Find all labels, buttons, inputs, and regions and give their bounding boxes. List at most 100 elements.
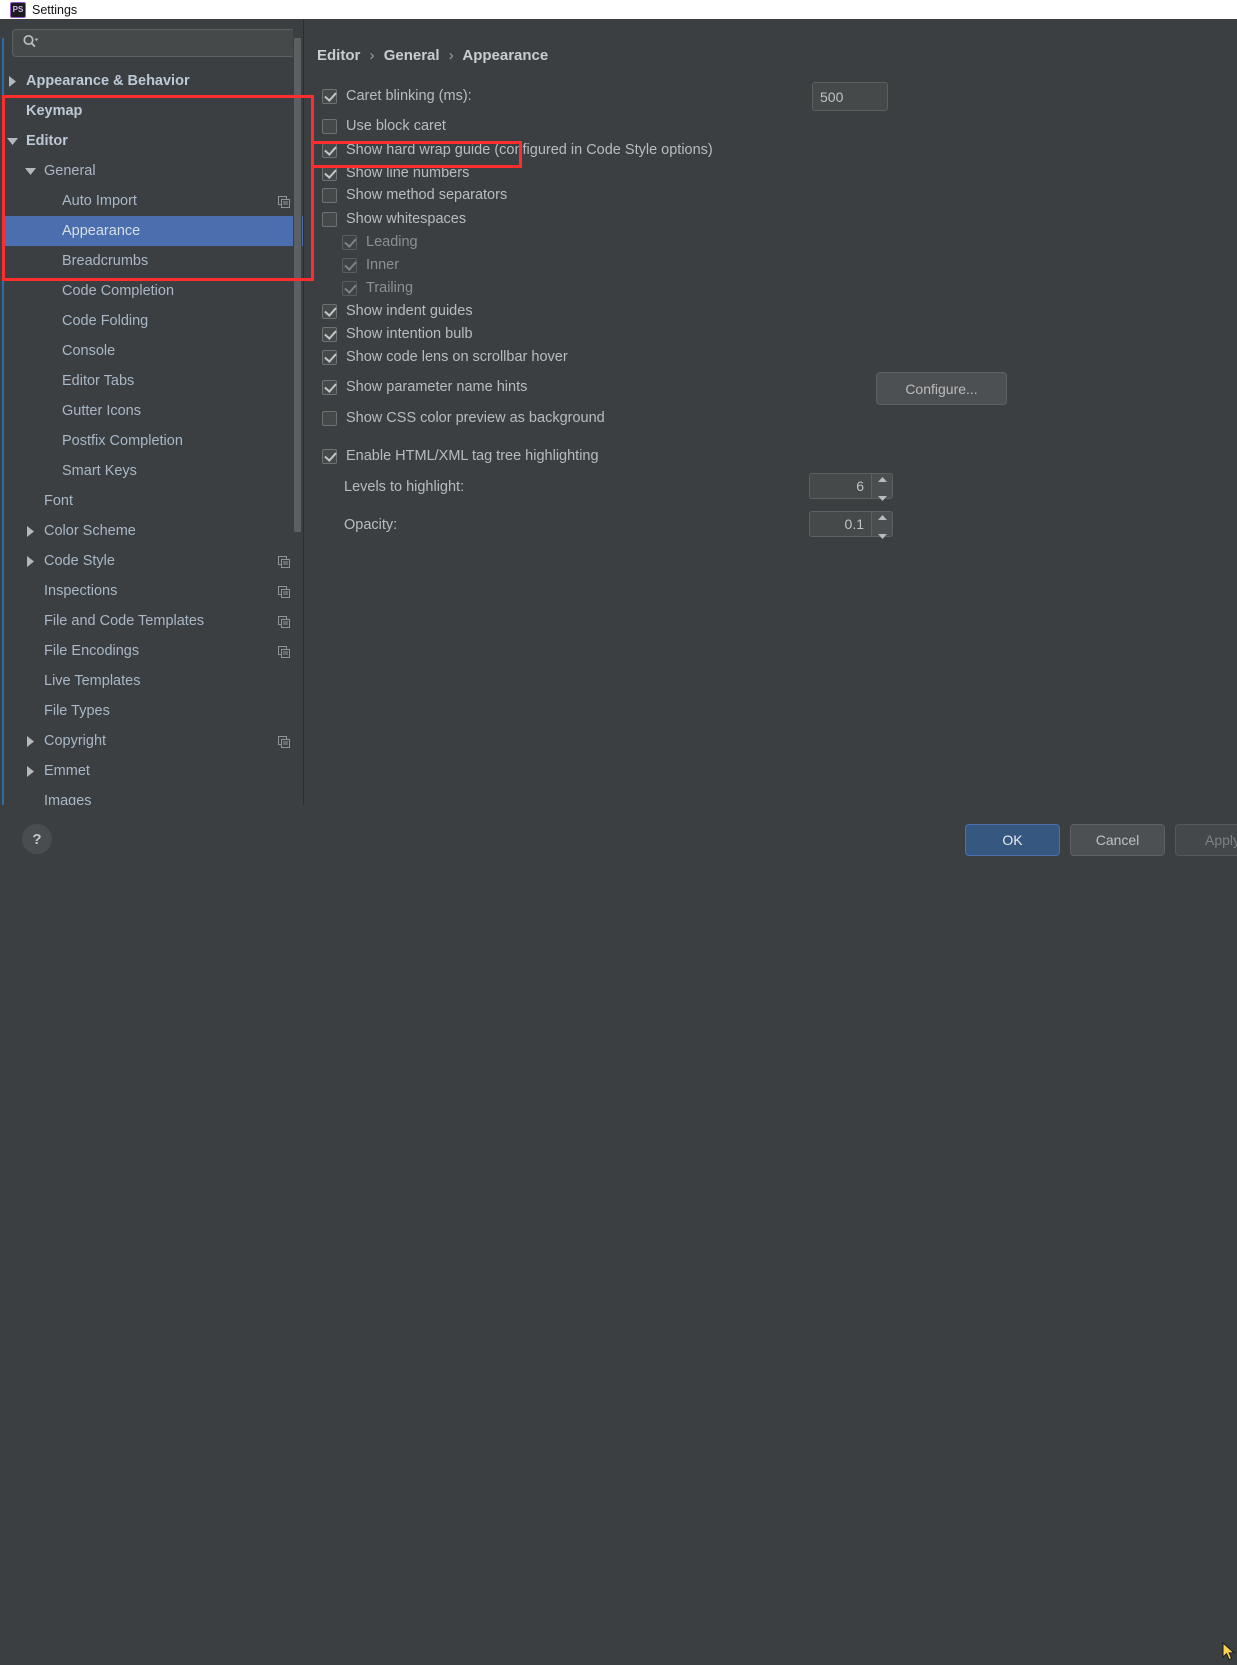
option-show-indent-guides[interactable]: Show indent guides (322, 303, 473, 319)
sidebar-item-file-and-code-templates[interactable]: File and Code Templates (4, 606, 304, 636)
chevron-right-icon[interactable] (24, 516, 36, 546)
show-line-numbers-checkbox[interactable] (322, 165, 337, 181)
show-whitespaces-checkbox[interactable] (322, 211, 337, 227)
levels-to-highlight-spinner[interactable]: 6 (809, 473, 893, 501)
show-method-separators-checkbox[interactable] (322, 187, 337, 203)
sidebar-item-file-encodings[interactable]: File Encodings (4, 636, 304, 666)
breadcrumb: Editor › General › Appearance (317, 47, 548, 64)
sidebar-item-breadcrumbs[interactable]: Breadcrumbs (4, 246, 304, 276)
window-left-edge (2, 38, 4, 856)
search-input[interactable] (39, 34, 294, 52)
option-enable-tag-tree-highlighting[interactable]: Enable HTML/XML tag tree highlighting (322, 448, 599, 464)
levels-to-highlight-stepper[interactable] (871, 473, 893, 501)
sidebar-item-code-completion[interactable]: Code Completion (4, 276, 304, 306)
sidebar-item-gutter-icons[interactable]: Gutter Icons (4, 396, 304, 426)
sidebar-item-images[interactable]: Images (4, 786, 304, 805)
sidebar-item-postfix-completion[interactable]: Postfix Completion (4, 426, 304, 456)
show-hard-wrap-guide-label: Show hard wrap guide (configured in Code… (346, 142, 713, 158)
show-indent-guides-checkbox[interactable] (322, 303, 337, 319)
chevron-right-icon[interactable] (6, 66, 18, 96)
chevron-down-icon[interactable] (877, 488, 887, 504)
sidebar-scrollbar-thumb[interactable] (294, 38, 301, 532)
trailing-checkbox[interactable] (342, 280, 357, 296)
option-show-line-numbers[interactable]: Show line numbers (322, 165, 469, 181)
option-use-block-caret[interactable]: Use block caret (322, 118, 446, 134)
sidebar-item-smart-keys[interactable]: Smart Keys (4, 456, 304, 486)
caret-blinking-input[interactable] (812, 82, 888, 111)
sidebar-item-label: Appearance (62, 223, 141, 239)
sidebar-item-file-types[interactable]: File Types (4, 696, 304, 726)
sidebar-item-appearance-behavior[interactable]: Appearance & Behavior (4, 66, 304, 96)
window-title: Settings (32, 2, 78, 17)
show-intention-bulb-checkbox[interactable] (322, 326, 337, 342)
sidebar-item-editor-tabs[interactable]: Editor Tabs (4, 366, 304, 396)
option-show-hard-wrap-guide[interactable]: Show hard wrap guide (configured in Code… (322, 142, 713, 158)
show-parameter-name-hints-checkbox[interactable] (322, 379, 337, 395)
enable-tag-tree-highlighting-checkbox[interactable] (322, 448, 337, 464)
sidebar-item-live-templates[interactable]: Live Templates (4, 666, 304, 696)
sidebar-item-label: Live Templates (44, 673, 141, 689)
option-show-method-separators[interactable]: Show method separators (322, 187, 507, 203)
opacity-label: Opacity: (344, 517, 398, 533)
sidebar-item-label: Gutter Icons (62, 403, 141, 419)
levels-to-highlight-value[interactable]: 6 (809, 473, 871, 499)
sidebar-item-code-folding[interactable]: Code Folding (4, 306, 304, 336)
chevron-up-icon[interactable] (877, 469, 887, 485)
chevron-down-icon[interactable] (877, 526, 887, 542)
breadcrumb-part-appearance: Appearance (462, 47, 549, 64)
opacity-value[interactable]: 0.1 (809, 511, 871, 537)
chevron-right-icon[interactable] (24, 726, 36, 756)
option-show-code-lens[interactable]: Show code lens on scrollbar hover (322, 349, 568, 365)
search-box[interactable] (12, 29, 295, 57)
option-leading[interactable]: Leading (342, 234, 418, 250)
dialog-footer: ? OK Cancel Apply (0, 805, 1237, 1661)
leading-checkbox[interactable] (342, 234, 357, 250)
sidebar-item-general[interactable]: General (4, 156, 304, 186)
sidebar-item-label: Code Style (44, 553, 115, 569)
show-css-color-preview-checkbox[interactable] (322, 410, 337, 426)
settings-tree[interactable]: Appearance & Behavior Keymap Editor General… (4, 66, 304, 805)
show-code-lens-checkbox[interactable] (322, 349, 337, 365)
sidebar-item-label: Editor Tabs (62, 373, 135, 389)
option-caret-blinking[interactable]: Caret blinking (ms): (322, 88, 472, 104)
option-trailing[interactable]: Trailing (342, 280, 413, 296)
show-hard-wrap-guide-checkbox[interactable] (322, 142, 337, 158)
caret-blinking-checkbox[interactable] (322, 88, 337, 104)
sidebar-item-emmet[interactable]: Emmet (4, 756, 304, 786)
help-button[interactable]: ? (22, 824, 52, 854)
sidebar-item-inspections[interactable]: Inspections (4, 576, 304, 606)
sidebar-item-editor[interactable]: Editor (4, 126, 304, 156)
option-show-parameter-name-hints[interactable]: Show parameter name hints (322, 379, 527, 395)
sidebar-item-label: File Encodings (44, 643, 140, 659)
sidebar-item-font[interactable]: Font (4, 486, 304, 516)
cancel-button[interactable]: Cancel (1070, 824, 1165, 856)
option-show-whitespaces[interactable]: Show whitespaces (322, 211, 466, 227)
breadcrumb-part-general[interactable]: General (384, 47, 440, 64)
option-inner[interactable]: Inner (342, 257, 399, 273)
inner-checkbox[interactable] (342, 257, 357, 273)
sidebar-item-auto-import[interactable]: Auto Import (4, 186, 304, 216)
use-block-caret-checkbox[interactable] (322, 118, 337, 134)
breadcrumb-separator-2: › (448, 47, 454, 64)
chevron-down-icon[interactable] (6, 126, 18, 156)
chevron-up-icon[interactable] (877, 507, 887, 523)
sidebar-item-keymap[interactable]: Keymap (4, 96, 304, 126)
option-show-intention-bulb[interactable]: Show intention bulb (322, 326, 473, 342)
ok-button[interactable]: OK (965, 824, 1060, 856)
chevron-right-icon[interactable] (24, 756, 36, 786)
sidebar-item-copyright[interactable]: Copyright (4, 726, 304, 756)
settings-dialog: PS Settings Appearance & Behavior Keymap… (0, 0, 1237, 1661)
opacity-stepper[interactable] (871, 511, 893, 539)
sidebar-item-code-style[interactable]: Code Style (4, 546, 304, 576)
apply-button[interactable]: Apply (1175, 824, 1237, 856)
chevron-right-icon[interactable] (24, 546, 36, 576)
chevron-down-icon[interactable] (24, 156, 36, 186)
breadcrumb-part-editor[interactable]: Editor (317, 47, 360, 64)
option-show-css-color-preview[interactable]: Show CSS color preview as background (322, 410, 605, 426)
show-whitespaces-label: Show whitespaces (346, 211, 467, 227)
sidebar-item-color-scheme[interactable]: Color Scheme (4, 516, 304, 546)
sidebar-item-console[interactable]: Console (4, 336, 304, 366)
sidebar-item-appearance[interactable]: Appearance (4, 216, 304, 246)
opacity-spinner[interactable]: 0.1 (809, 511, 893, 539)
configure-button[interactable]: Configure... (876, 372, 1007, 405)
